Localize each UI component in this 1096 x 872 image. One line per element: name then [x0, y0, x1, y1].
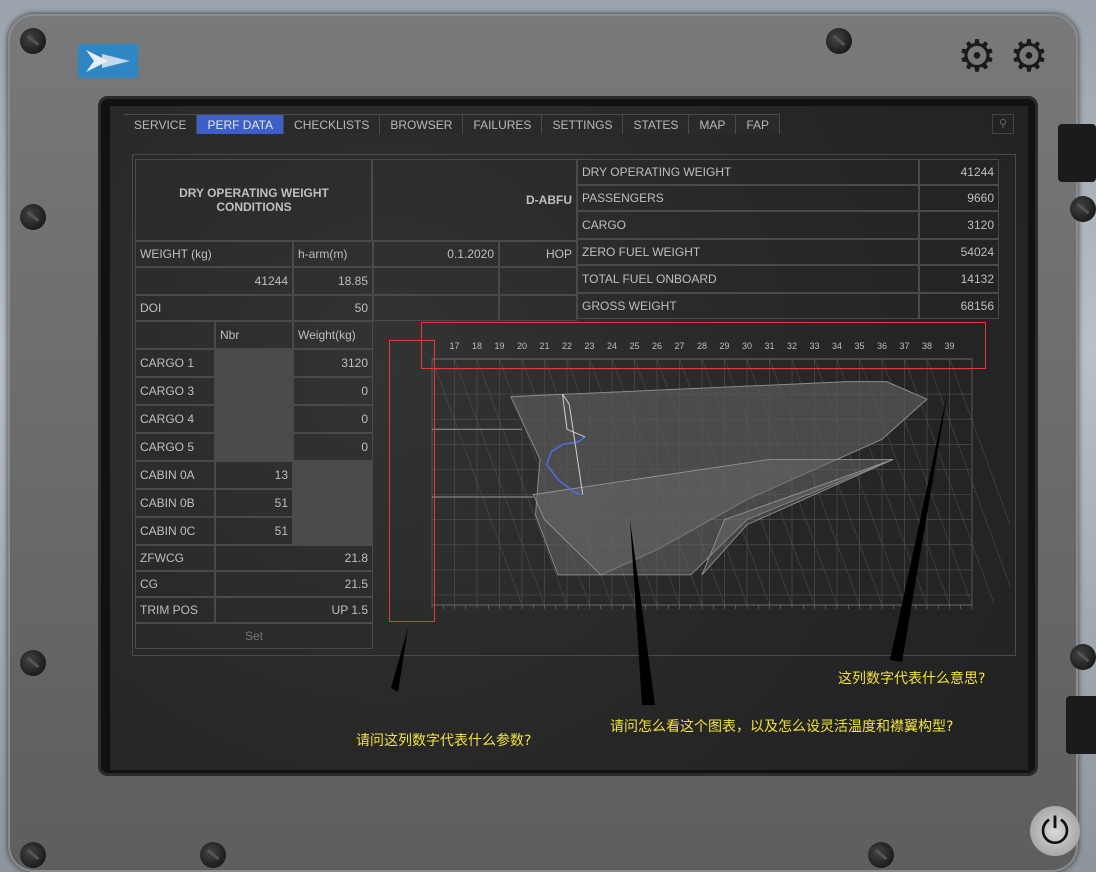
annotation-question-left: 请问这列数字代表什么参数? [356, 733, 532, 749]
arrow-chart [630, 520, 655, 705]
arrow-x-axis [890, 390, 948, 662]
annotation-arrows [391, 390, 948, 705]
annotation-question-top-right: 这列数字代表什么意思? [838, 671, 986, 687]
arrow-y-axis [391, 628, 408, 692]
annotation-question-middle: 请问怎么看这个图表，以及怎么设灵活温度和襟翼构型? [610, 719, 954, 735]
